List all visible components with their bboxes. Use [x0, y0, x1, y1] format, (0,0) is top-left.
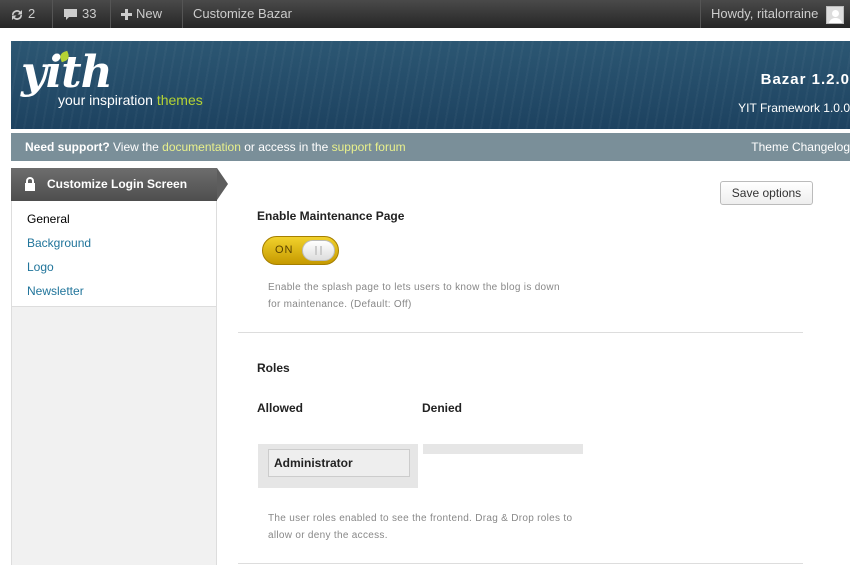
panel-tab-label: Customize Login Screen: [47, 177, 188, 191]
panel-submenu: General Background Logo Newsletter: [11, 201, 217, 306]
support-forum-link[interactable]: support forum: [332, 140, 406, 154]
submenu-item-general[interactable]: General: [27, 212, 70, 226]
customize-link[interactable]: Customize Bazar: [183, 0, 302, 28]
theme-header-banner: yith your inspiration themes Bazar 1.2.0…: [11, 41, 850, 129]
maintenance-title: Enable Maintenance Page: [257, 209, 405, 223]
roles-desc-line-2: allow or deny the access.: [268, 530, 388, 541]
support-text-2: or access in the: [240, 140, 332, 154]
allowed-label: Allowed: [257, 401, 304, 415]
toggle-knob: [302, 240, 335, 261]
updates-count: 2: [28, 6, 36, 21]
admin-bar: 2 33 New Customize Bazar Howdy, ritalorr…: [0, 0, 850, 28]
role-item-administrator[interactable]: Administrator: [268, 449, 410, 477]
submenu-item-background[interactable]: Background: [27, 236, 91, 250]
howdy-text: Howdy, ritalorraine: [710, 6, 819, 21]
maintenance-desc-line-2: for maintenance. (Default: Off): [268, 299, 412, 310]
panel-tab-customize-login[interactable]: Customize Login Screen: [11, 168, 228, 201]
comments-count: 33: [82, 6, 97, 21]
new-content-menu[interactable]: New: [111, 0, 183, 28]
panel-background: [11, 306, 217, 565]
roles-description: The user roles enabled to see the fronte…: [268, 510, 572, 544]
roles-desc-line-1: The user roles enabled to see the fronte…: [268, 513, 573, 524]
save-options-button[interactable]: Save options: [720, 181, 813, 205]
need-support-label: Need support?: [25, 140, 110, 154]
toggle-on-label: ON: [275, 244, 294, 256]
maintenance-description: Enable the splash page to lets users to …: [268, 279, 560, 313]
theme-changelog-link[interactable]: Theme Changelog: [751, 133, 850, 161]
tagline-main: your inspiration: [58, 92, 157, 108]
submenu-item-newsletter[interactable]: Newsletter: [27, 284, 84, 298]
section-divider: [238, 332, 803, 333]
comment-bubble-icon: [64, 9, 77, 21]
plus-icon: [121, 9, 132, 21]
documentation-link[interactable]: documentation: [162, 140, 241, 154]
my-account-menu[interactable]: Howdy, ritalorraine: [699, 0, 850, 28]
theme-name: Bazar 1.2.0: [760, 71, 850, 88]
maintenance-toggle[interactable]: ON: [262, 236, 339, 265]
support-text-1: View the: [109, 140, 163, 154]
refresh-icon: [12, 9, 22, 20]
denied-label: Denied: [422, 401, 463, 415]
new-label: New: [136, 6, 163, 21]
logo-tagline: your inspiration themes: [58, 92, 203, 108]
submenu-item-logo[interactable]: Logo: [27, 260, 54, 274]
section-divider-bottom: [238, 563, 803, 564]
comments-menu[interactable]: 33: [53, 0, 111, 28]
maintenance-desc-line-1: Enable the splash page to lets users to …: [268, 282, 560, 293]
roles-title: Roles: [257, 361, 290, 375]
denied-roles-list[interactable]: [423, 444, 583, 454]
updates-menu[interactable]: 2: [0, 0, 53, 28]
tagline-accent: themes: [156, 92, 203, 108]
support-bar: Need support? View the documentation or …: [11, 133, 850, 161]
avatar: [826, 5, 844, 24]
lock-icon: [25, 177, 35, 191]
framework-version: YIT Framework 1.0.0: [738, 101, 850, 115]
